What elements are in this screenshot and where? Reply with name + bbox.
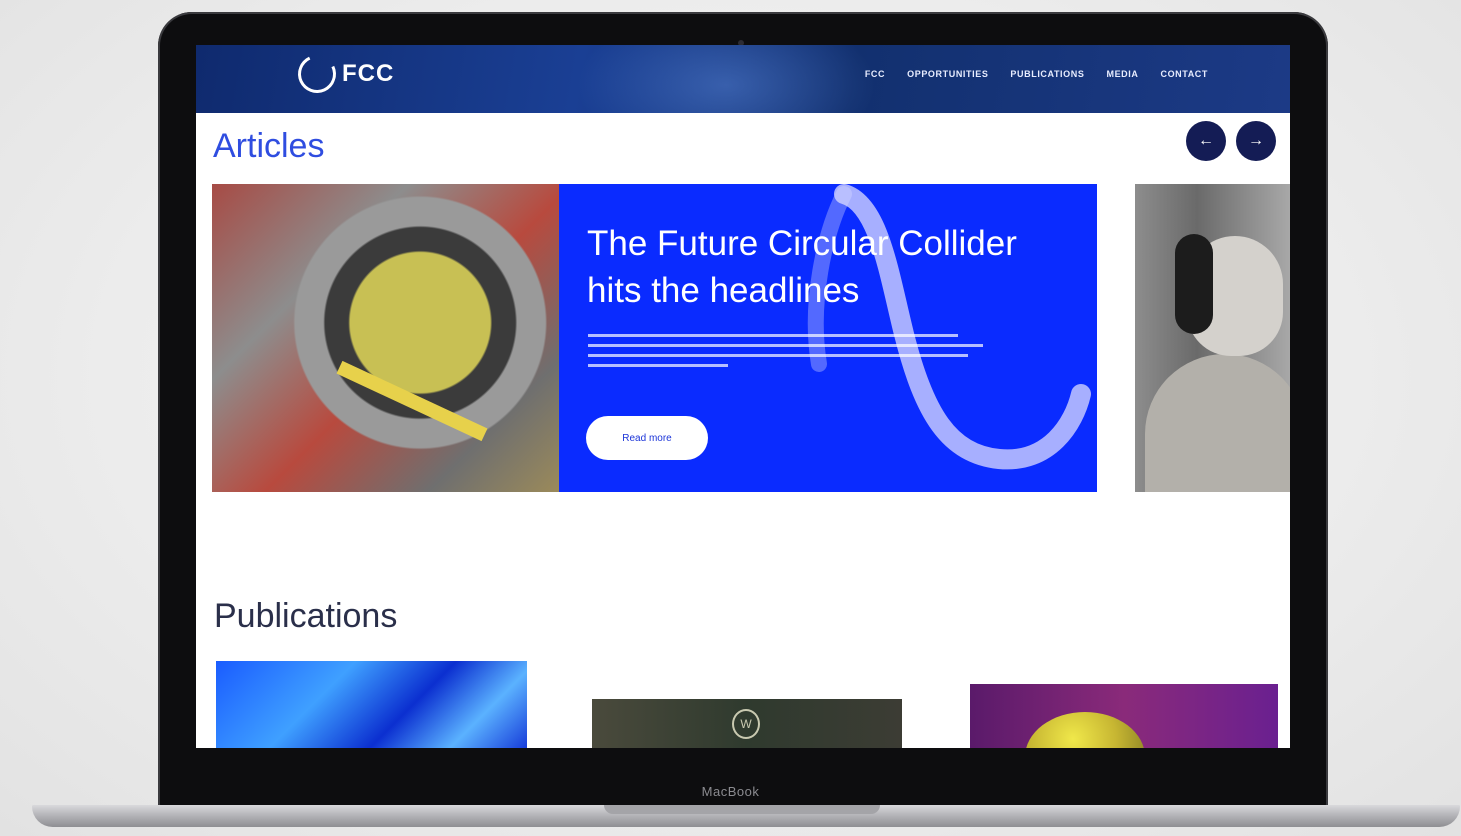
publication-image-1[interactable] (216, 661, 527, 748)
logo-text: FCC (342, 60, 395, 87)
carousel-next-button[interactable]: → (1236, 121, 1276, 161)
logo-ring-icon (292, 49, 342, 99)
chalk-symbol-icon: W (732, 709, 760, 739)
arrow-right-icon: → (1248, 132, 1264, 149)
nav-item-contact[interactable]: CONTACT (1160, 69, 1208, 79)
nav-item-publications[interactable]: PUBLICATIONS (1010, 69, 1084, 79)
laptop-screen: FCC FCC OPPORTUNITIES PUBLICATIONS MEDIA… (196, 45, 1290, 748)
portrait-coat-shape (1145, 354, 1290, 492)
carousel-prev-button[interactable]: ← (1186, 121, 1226, 161)
featured-article-title: The Future Circular Collider hits the he… (587, 224, 1017, 310)
laptop-base-notch (604, 805, 880, 814)
featured-article-image[interactable] (212, 184, 559, 492)
mockup-stage: FCC FCC OPPORTUNITIES PUBLICATIONS MEDIA… (0, 0, 1461, 836)
nav-item-opportunities[interactable]: OPPORTUNITIES (907, 69, 988, 79)
nav-item-media[interactable]: MEDIA (1106, 69, 1138, 79)
excerpt-text-lines (588, 334, 983, 367)
sphere-shape (1025, 712, 1145, 748)
publication-image-2[interactable]: W (592, 699, 902, 748)
device-label: MacBook (701, 784, 760, 799)
navbar-background-glow (576, 45, 876, 113)
featured-article-card[interactable]: The Future Circular Collider hits the he… (559, 184, 1097, 492)
site-logo[interactable]: FCC (292, 49, 395, 99)
arrow-left-icon: ← (1198, 132, 1214, 149)
featured-article-excerpt (588, 332, 988, 379)
portrait-hair-shape (1175, 234, 1213, 334)
detector-beam-shape (336, 360, 488, 442)
publications-heading: Publications (214, 597, 398, 635)
nav-links: FCC OPPORTUNITIES PUBLICATIONS MEDIA CON… (865, 69, 1208, 79)
publication-image-3[interactable] (970, 684, 1278, 748)
read-more-button[interactable]: Read more (586, 416, 708, 460)
next-article-image[interactable] (1135, 184, 1290, 492)
articles-heading: Articles (213, 127, 325, 165)
site-navbar: FCC FCC OPPORTUNITIES PUBLICATIONS MEDIA… (196, 45, 1290, 113)
nav-item-fcc[interactable]: FCC (865, 69, 885, 79)
